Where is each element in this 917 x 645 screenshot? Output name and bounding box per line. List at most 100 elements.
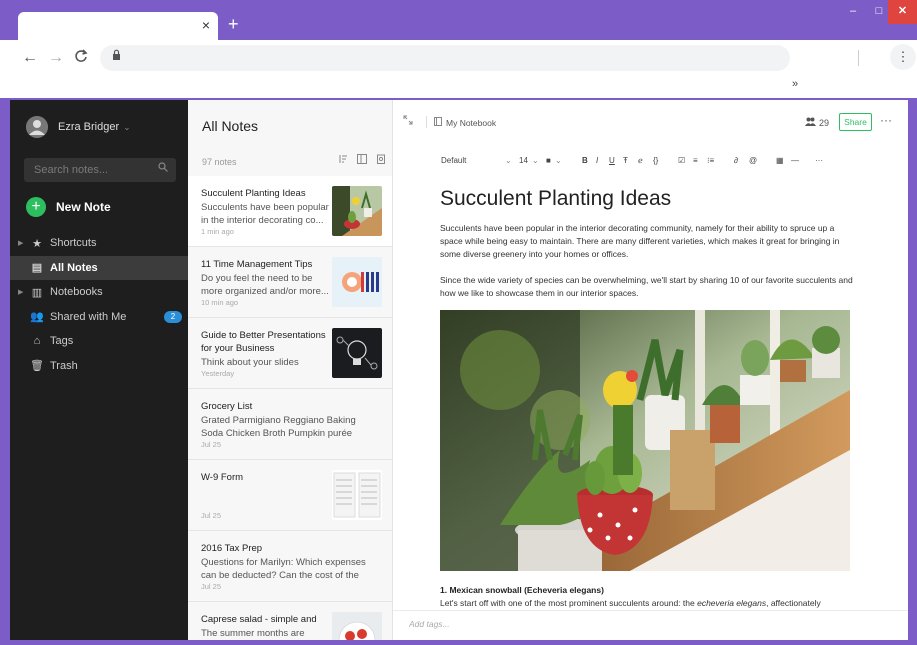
code-block-icon[interactable]: {} xyxy=(653,156,658,165)
note-list-item[interactable]: Grocery List Grated Parmigiano Reggiano B… xyxy=(188,389,392,460)
note-item-date: Jul 25 xyxy=(201,511,222,520)
note-item-snippet: Think about your slides when... xyxy=(201,357,299,368)
sidebar-item-label: All Notes xyxy=(50,261,98,274)
close-tab-icon[interactable]: × xyxy=(202,17,210,33)
note-thumbnail xyxy=(332,328,382,378)
font-family-select[interactable]: Default xyxy=(441,156,466,165)
more-format-button[interactable]: ··· xyxy=(815,156,823,165)
note-editor: My Notebook 29 Share ··· Default ⌄ 14 ⌄ … xyxy=(393,100,908,640)
note-thumbnail xyxy=(332,612,382,640)
notebook-icon xyxy=(434,117,442,128)
add-tags-input[interactable] xyxy=(409,619,609,629)
reminder-icon[interactable] xyxy=(376,154,386,167)
search-input[interactable] xyxy=(34,161,154,179)
shared-count: 29 xyxy=(819,117,830,128)
bookmarks-bar: » xyxy=(0,76,917,98)
lock-icon xyxy=(112,49,121,63)
browser-tab[interactable]: × xyxy=(18,12,218,40)
strikethrough-button[interactable]: Ŧ xyxy=(623,156,628,165)
sidebar-nav: ▶ ★ Shortcuts ▤ All Notes ▶ ▥ Notebooks 👥 Shared … xyxy=(10,231,188,378)
chevron-down-icon: ⌄ xyxy=(505,156,512,165)
note-item-snippet: Grated Parmigiano Reggiano Baking Soda C… xyxy=(201,415,356,439)
sort-icon[interactable] xyxy=(338,154,348,167)
toolbar-divider xyxy=(858,50,859,66)
sidebar-item-notebooks[interactable]: ▶ ▥ Notebooks xyxy=(10,280,188,305)
highlight-icon[interactable]: ℯ xyxy=(638,156,643,165)
text-color-icon[interactable]: ■ xyxy=(546,156,551,165)
address-bar[interactable] xyxy=(100,45,790,71)
note-item-title: Guide to Better Presentations for your B… xyxy=(201,330,326,354)
note-list-panel: All Notes 97 notes Succulent Planting Id… xyxy=(188,100,393,640)
sidebar-item-shared-with-me[interactable]: 👥 Shared with Me 2 xyxy=(10,305,188,330)
note-list-tools xyxy=(338,154,386,167)
sidebar-item-shortcuts[interactable]: ▶ ★ Shortcuts xyxy=(10,231,188,256)
sidebar-item-label: Notebooks xyxy=(50,286,103,299)
expand-arrow-icon[interactable]: ▶ xyxy=(18,288,23,296)
note-list-item[interactable]: 2016 Tax Prep Questions for Marilyn: Whic… xyxy=(188,531,392,602)
expand-icon[interactable] xyxy=(403,115,413,128)
link-icon[interactable]: ∂ xyxy=(734,156,738,165)
back-button[interactable]: ← xyxy=(22,49,38,67)
note-list-item[interactable]: 11 Time Management Tips Do you feel the n… xyxy=(188,247,392,318)
shared-users[interactable]: 29 xyxy=(805,117,829,128)
sidebar-item-label: Trash xyxy=(50,359,78,372)
reload-button[interactable] xyxy=(74,49,88,68)
attachment-icon[interactable]: @ xyxy=(749,156,757,165)
note-item-title: Succulent Planting Ideas xyxy=(201,188,306,199)
bookmarks-overflow-button[interactable]: » xyxy=(792,78,798,90)
note-thumbnail xyxy=(332,257,382,307)
note-item-date: Jul 25 xyxy=(201,582,222,591)
sidebar-item-tags[interactable]: ⌂ Tags xyxy=(10,329,188,354)
trash-icon: 🗑 xyxy=(30,360,44,373)
checkbox-icon[interactable]: ☑ xyxy=(678,156,685,165)
note-body[interactable]: Succulent Planting Ideas Succulents have… xyxy=(440,186,857,313)
font-size-select[interactable]: 14 xyxy=(519,156,528,165)
table-icon[interactable]: ▦ xyxy=(776,156,784,165)
underline-button[interactable]: U xyxy=(609,156,615,165)
note-item-title: 11 Time Management Tips xyxy=(201,259,313,270)
new-note-label: New Note xyxy=(56,200,111,214)
note-list-item[interactable]: W-9 Form Jul 25 xyxy=(188,460,392,531)
note-count: 97 notes xyxy=(202,157,237,167)
view-options-icon[interactable] xyxy=(357,154,367,167)
note-list-item[interactable]: Caprese salad - simple and The summer mon… xyxy=(188,602,392,640)
paragraph: Succulents have been popular in the inte… xyxy=(440,223,840,259)
new-tab-button[interactable]: + xyxy=(228,14,239,35)
bullet-list-icon[interactable]: ≡ xyxy=(693,156,698,165)
expand-arrow-icon[interactable]: ▶ xyxy=(18,239,23,247)
evernote-app: Ezra Bridger ⌄ + New Note ▶ ★ Shortcuts ▤ Al… xyxy=(10,100,908,640)
share-button[interactable]: Share xyxy=(839,113,872,131)
account-menu[interactable]: Ezra Bridger ⌄ xyxy=(26,116,131,138)
numbered-list-icon[interactable]: ⁝≡ xyxy=(707,156,714,165)
note-title[interactable]: Succulent Planting Ideas xyxy=(440,186,857,212)
notebook-selector[interactable]: My Notebook xyxy=(434,117,496,128)
new-note-button[interactable]: + New Note xyxy=(26,196,111,218)
horizontal-rule-icon[interactable]: — xyxy=(791,156,799,165)
notebook-name: My Notebook xyxy=(446,117,497,128)
search-box xyxy=(24,158,176,182)
forward-button[interactable]: → xyxy=(48,49,64,67)
more-options-button[interactable]: ··· xyxy=(880,113,892,127)
sidebar-item-label: Tags xyxy=(50,335,74,348)
user-name: Ezra Bridger xyxy=(58,121,120,133)
note-list-item[interactable]: Succulent Planting Ideas Succulents have … xyxy=(188,176,392,247)
avatar xyxy=(26,116,48,138)
bold-button[interactable]: B xyxy=(582,156,588,165)
note-item-title: Grocery List xyxy=(201,401,253,412)
tags-bar xyxy=(393,610,908,640)
minimize-button[interactable]: – xyxy=(840,0,866,24)
sidebar-item-label: Shortcuts xyxy=(50,237,97,250)
sidebar-item-trash[interactable]: 🗑 Trash xyxy=(10,354,188,379)
browser-toolbar: ← → ⋮ xyxy=(0,40,917,76)
sidebar-item-all-notes[interactable]: ▤ All Notes xyxy=(10,255,188,280)
browser-menu-button[interactable]: ⋮ xyxy=(890,44,916,70)
sidebar: Ezra Bridger ⌄ + New Note ▶ ★ Shortcuts ▤ Al… xyxy=(10,100,188,640)
search-icon xyxy=(158,162,168,175)
note-thumbnail xyxy=(332,470,382,520)
star-icon: ★ xyxy=(32,237,42,250)
succulents-photo xyxy=(440,310,850,571)
note-list-item[interactable]: Guide to Better Presentations for your B… xyxy=(188,318,392,389)
notes-list: Succulent Planting Ideas Succulents have … xyxy=(188,176,392,640)
close-window-button[interactable]: ✕ xyxy=(888,0,917,24)
italic-button[interactable]: I xyxy=(596,156,598,165)
